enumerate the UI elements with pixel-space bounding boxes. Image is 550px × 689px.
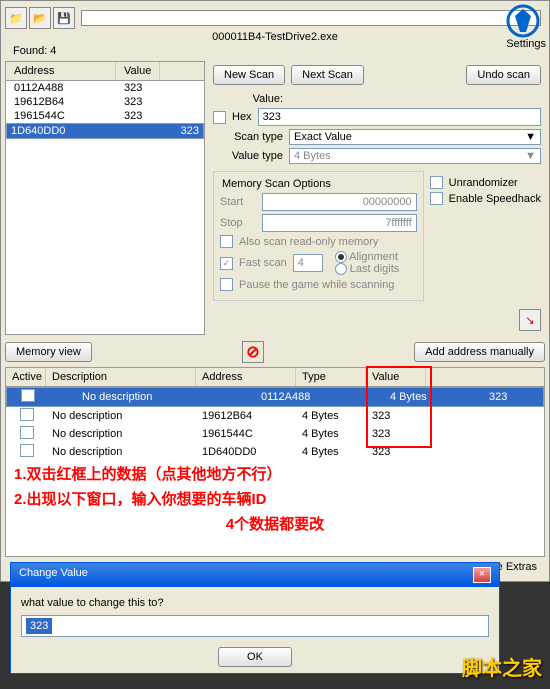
unrandomizer-checkbox[interactable] — [430, 176, 443, 189]
open2-icon[interactable]: 📂 — [29, 7, 51, 29]
table-row[interactable]: No description19612B644 Bytes323 — [6, 407, 544, 425]
stop-input[interactable]: 7fffffff — [262, 214, 417, 232]
next-scan-button[interactable]: Next Scan — [291, 65, 364, 85]
col-value[interactable]: Value — [116, 62, 160, 80]
active-checkbox[interactable] — [21, 389, 35, 402]
col-addr2[interactable]: Address — [196, 368, 296, 386]
col-val2[interactable]: Value — [366, 368, 426, 386]
new-scan-button[interactable]: New Scan — [213, 65, 285, 85]
chevron-down-icon: ▼ — [525, 131, 536, 143]
address-table: Active Description Address Type Value No… — [5, 367, 545, 557]
close-icon[interactable]: × — [473, 567, 491, 583]
table-row[interactable]: No description1D640DD04 Bytes323 — [6, 443, 544, 461]
active-checkbox[interactable] — [20, 408, 34, 421]
table-row[interactable]: No description1961544C4 Bytes323 — [6, 425, 544, 443]
ok-button[interactable]: OK — [218, 647, 292, 667]
start-input[interactable]: 00000000 — [262, 193, 417, 211]
app-logo[interactable]: Settings — [506, 4, 546, 50]
col-type[interactable]: Type — [296, 368, 366, 386]
annotation-1: 1.双击红框上的数据（点其他地方不行） — [6, 461, 544, 486]
change-value-dialog: Change Value × what value to change this… — [10, 562, 500, 674]
scan-type-select[interactable]: Exact Value▼ — [289, 129, 541, 145]
value-input[interactable]: 323 — [258, 108, 541, 126]
fastscan-checkbox[interactable] — [220, 257, 233, 270]
result-row[interactable]: 19612B64323 — [6, 95, 204, 109]
annotation-3: 4个数据都要改 — [6, 511, 544, 536]
result-row[interactable]: 1961544C323 — [6, 109, 204, 123]
dialog-title: Change Value — [19, 567, 88, 583]
col-address[interactable]: Address — [6, 62, 116, 80]
save-icon[interactable]: 💾 — [53, 7, 75, 29]
readonly-checkbox[interactable] — [220, 235, 233, 248]
open-icon[interactable]: 📁 — [5, 7, 27, 29]
results-list: Address Value 0112A48832319612B643231961… — [5, 61, 205, 335]
fastscan-input[interactable]: 4 — [293, 254, 323, 272]
hex-checkbox[interactable] — [213, 111, 226, 124]
result-row[interactable]: 0112A488323 — [6, 81, 204, 95]
annotation-2: 2.出现以下窗口，输入你想要的车辆ID — [6, 486, 544, 511]
col-active[interactable]: Active — [6, 368, 46, 386]
dialog-prompt: what value to change this to? — [21, 597, 489, 609]
col-desc[interactable]: Description — [46, 368, 196, 386]
speedhack-checkbox[interactable] — [430, 192, 443, 205]
forbid-icon[interactable]: ⊘ — [242, 341, 264, 363]
chevron-down-icon: ▼ — [525, 150, 536, 162]
active-checkbox[interactable] — [20, 426, 34, 439]
lastdigits-radio[interactable] — [335, 263, 347, 275]
target-icon[interactable]: ↘ — [519, 309, 541, 331]
alignment-radio[interactable] — [335, 251, 347, 263]
found-count: Found: 4 — [5, 43, 545, 59]
table-row[interactable]: No description0112A4884 Bytes323 — [6, 387, 544, 407]
value-type-select[interactable]: 4 Bytes▼ — [289, 148, 541, 164]
add-address-button[interactable]: Add address manually — [414, 342, 545, 362]
undo-scan-button[interactable]: Undo scan — [466, 65, 541, 85]
exe-title: 000011B4-TestDrive2.exe — [5, 31, 545, 43]
progress-bar — [81, 10, 541, 26]
watermark: 脚本之家 — [462, 652, 542, 681]
active-checkbox[interactable] — [20, 444, 34, 457]
memory-view-button[interactable]: Memory view — [5, 342, 92, 362]
pause-checkbox[interactable] — [220, 278, 233, 291]
change-value-input[interactable]: 323 — [21, 615, 489, 637]
result-row[interactable]: 1D640DD0323 — [6, 123, 204, 139]
